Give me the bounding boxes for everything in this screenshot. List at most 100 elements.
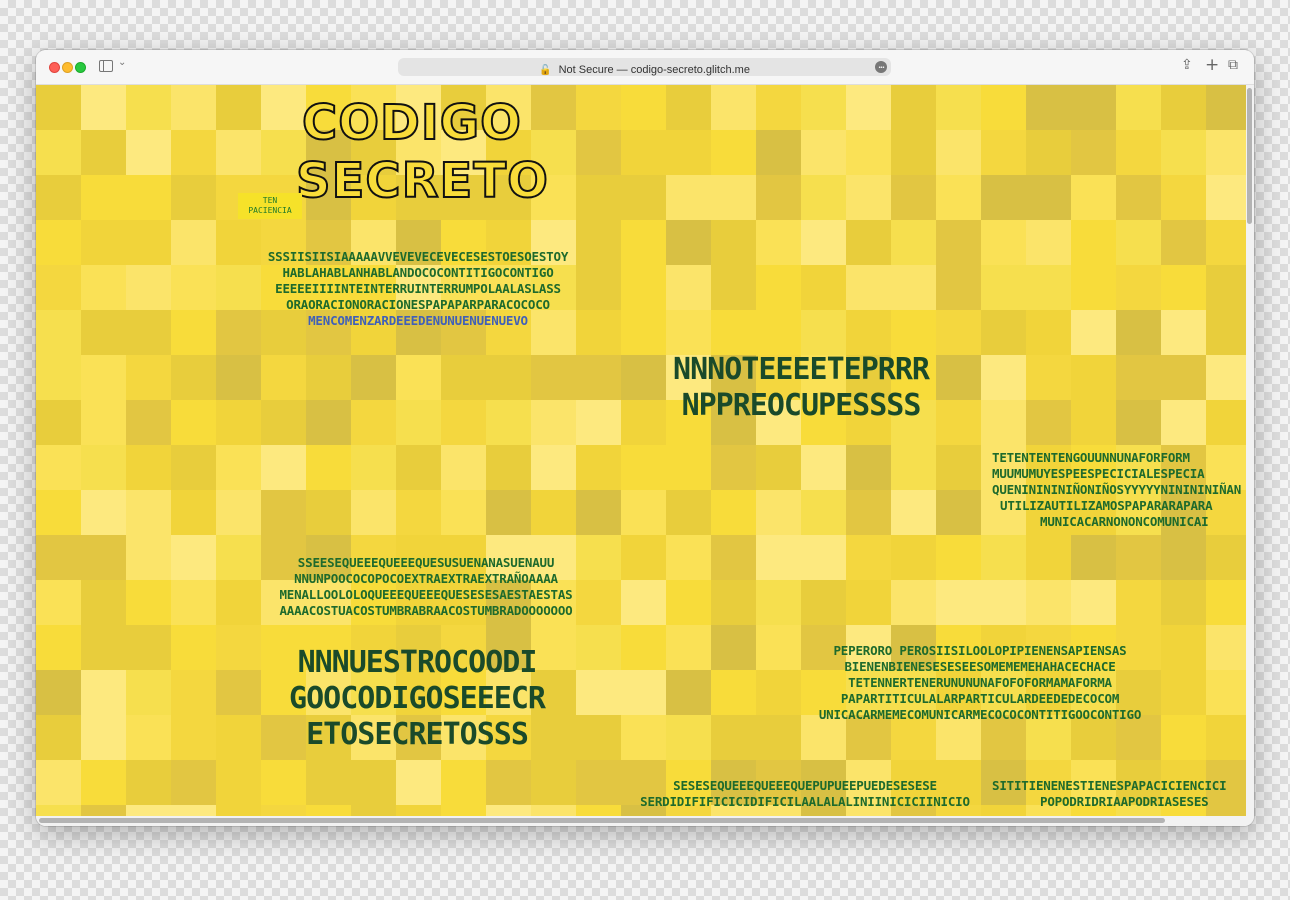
text-line: AAAACOSTUACOSTUMBRABRAACOSTUMBRADOOOOOOO — [279, 603, 573, 618]
background-tile — [126, 625, 171, 670]
background-tile — [531, 400, 576, 445]
sidebar-toggle-icon[interactable] — [99, 60, 113, 72]
background-tile — [711, 310, 756, 355]
background-tile — [81, 445, 126, 490]
background-tile — [711, 265, 756, 310]
background-tile — [81, 400, 126, 445]
background-tile — [81, 490, 126, 535]
page-menu-button[interactable]: ••• — [875, 61, 887, 73]
background-tile — [171, 625, 216, 670]
address-bar[interactable]: 🔓 Not Secure — codigo-secreto.glitch.me … — [398, 58, 891, 76]
background-tile — [531, 805, 576, 816]
background-tile — [216, 85, 261, 130]
background-tile — [1026, 400, 1071, 445]
background-tile — [171, 130, 216, 175]
text-line: SESESEQUEEEQUEEEQUEPUPUEEPUEDESESESE — [673, 778, 937, 793]
background-tile — [1206, 580, 1246, 625]
background-tile — [891, 490, 936, 535]
background-tile — [441, 355, 486, 400]
background-tile — [36, 625, 81, 670]
background-tile — [1206, 220, 1246, 265]
background-tile — [936, 445, 981, 490]
background-tile — [306, 355, 351, 400]
horizontal-scroll-thumb[interactable] — [39, 818, 1165, 823]
background-tile — [846, 310, 891, 355]
background-tile — [81, 625, 126, 670]
background-tile — [801, 85, 846, 130]
background-tile — [621, 310, 666, 355]
background-tile — [81, 220, 126, 265]
background-tile — [1071, 400, 1116, 445]
background-tile — [711, 715, 756, 760]
background-tile — [981, 85, 1026, 130]
minimize-window-button[interactable] — [62, 62, 73, 73]
browser-window: ⌄ 🔓 Not Secure — codigo-secreto.glitch.m… — [36, 50, 1254, 826]
text-line: MENCOMENZARDEEEDENUNUENUENUEVO — [308, 313, 528, 328]
text-line: SSEESEQUEEEQUEEEQUESUSUENANASUENAUU — [297, 555, 555, 570]
background-tile — [621, 85, 666, 130]
background-tile — [126, 175, 171, 220]
background-tile — [891, 220, 936, 265]
background-tile — [846, 580, 891, 625]
new-tab-icon[interactable]: + — [1205, 56, 1219, 74]
background-tile — [801, 130, 846, 175]
background-tile — [171, 670, 216, 715]
background-tile — [81, 175, 126, 220]
background-tile — [1116, 400, 1161, 445]
url-text: Not Secure — codigo-secreto.glitch.me — [558, 64, 750, 76]
background-tile — [801, 490, 846, 535]
background-tile — [981, 535, 1026, 580]
background-tile — [1026, 355, 1071, 400]
large-text-block-no-te-preocupes: NNNOTEEEETEPRRR NPPREOCUPESSSS — [646, 352, 956, 424]
background-tile — [576, 400, 621, 445]
background-tile — [171, 400, 216, 445]
background-tile — [441, 805, 486, 816]
text-line: SITITIENENESTIENESPAPACICIENCICI — [992, 778, 1227, 793]
background-tile — [81, 85, 126, 130]
background-tile — [36, 130, 81, 175]
background-tile — [306, 760, 351, 805]
background-tile — [936, 535, 981, 580]
background-tile — [936, 175, 981, 220]
background-tile — [1206, 310, 1246, 355]
background-tile — [756, 445, 801, 490]
background-tile — [171, 580, 216, 625]
tab-overview-icon[interactable]: ⧉ — [1228, 56, 1238, 74]
share-icon[interactable]: ⇪ — [1181, 56, 1193, 74]
background-tile — [1071, 535, 1116, 580]
background-tile — [1206, 535, 1246, 580]
background-tile — [756, 580, 801, 625]
background-tile — [981, 130, 1026, 175]
background-tile — [846, 85, 891, 130]
background-tile — [396, 805, 441, 816]
background-tile — [1116, 355, 1161, 400]
background-tile — [441, 760, 486, 805]
background-tile — [306, 805, 351, 816]
background-tile — [981, 580, 1026, 625]
background-tile — [576, 625, 621, 670]
chevron-down-icon[interactable]: ⌄ — [118, 57, 126, 68]
background-tile — [1161, 580, 1206, 625]
background-tile — [36, 490, 81, 535]
background-tile — [1206, 175, 1246, 220]
text-line: HABLAHABLANHABLANDOCOCONTITIGOCONTIGO — [282, 265, 554, 280]
background-tile — [126, 130, 171, 175]
background-tile — [126, 670, 171, 715]
background-tile — [1071, 175, 1116, 220]
background-tile — [666, 175, 711, 220]
background-tile — [351, 805, 396, 816]
stutter-text-block-3: TETENTENTENGOUUNNUNAFORFORM MUUMUMUYESPE… — [992, 450, 1246, 530]
vertical-scrollbar[interactable] — [1246, 85, 1254, 826]
background-tile — [486, 805, 531, 816]
background-tile — [1161, 535, 1206, 580]
zoom-window-button[interactable] — [75, 62, 86, 73]
background-tile — [351, 400, 396, 445]
close-window-button[interactable] — [49, 62, 60, 73]
background-tile — [801, 535, 846, 580]
vertical-scroll-thumb[interactable] — [1247, 88, 1252, 224]
background-tile — [1071, 580, 1116, 625]
horizontal-scrollbar[interactable] — [36, 816, 1246, 826]
background-tile — [1161, 355, 1206, 400]
background-tile — [711, 175, 756, 220]
background-tile — [576, 130, 621, 175]
